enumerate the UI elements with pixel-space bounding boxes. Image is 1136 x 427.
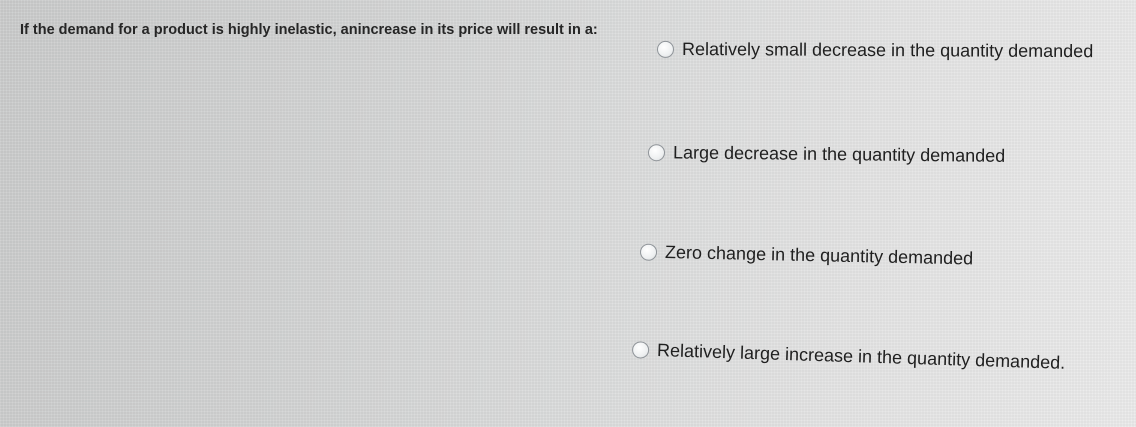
radio-button-icon[interactable]: [647, 144, 666, 162]
radio-button-icon[interactable]: [631, 341, 650, 359]
question-text: If the demand for a product is highly in…: [20, 22, 598, 38]
answer-option-4[interactable]: Relatively large increase in the quantit…: [631, 339, 1066, 374]
answer-option-label: Relatively large increase in the quantit…: [656, 339, 1066, 373]
radio-button-icon[interactable]: [639, 243, 658, 261]
radio-button-icon[interactable]: [656, 40, 675, 58]
answer-option-1[interactable]: Relatively small decrease in the quantit…: [656, 38, 1094, 62]
answer-option-2[interactable]: Large decrease in the quantity demanded: [647, 142, 1006, 167]
answer-option-label: Large decrease in the quantity demanded: [672, 142, 1006, 166]
answer-option-label: Relatively small decrease in the quantit…: [681, 38, 1094, 62]
answer-option-label: Zero change in the quantity demanded: [664, 242, 974, 269]
answer-option-3[interactable]: Zero change in the quantity demanded: [639, 242, 974, 270]
